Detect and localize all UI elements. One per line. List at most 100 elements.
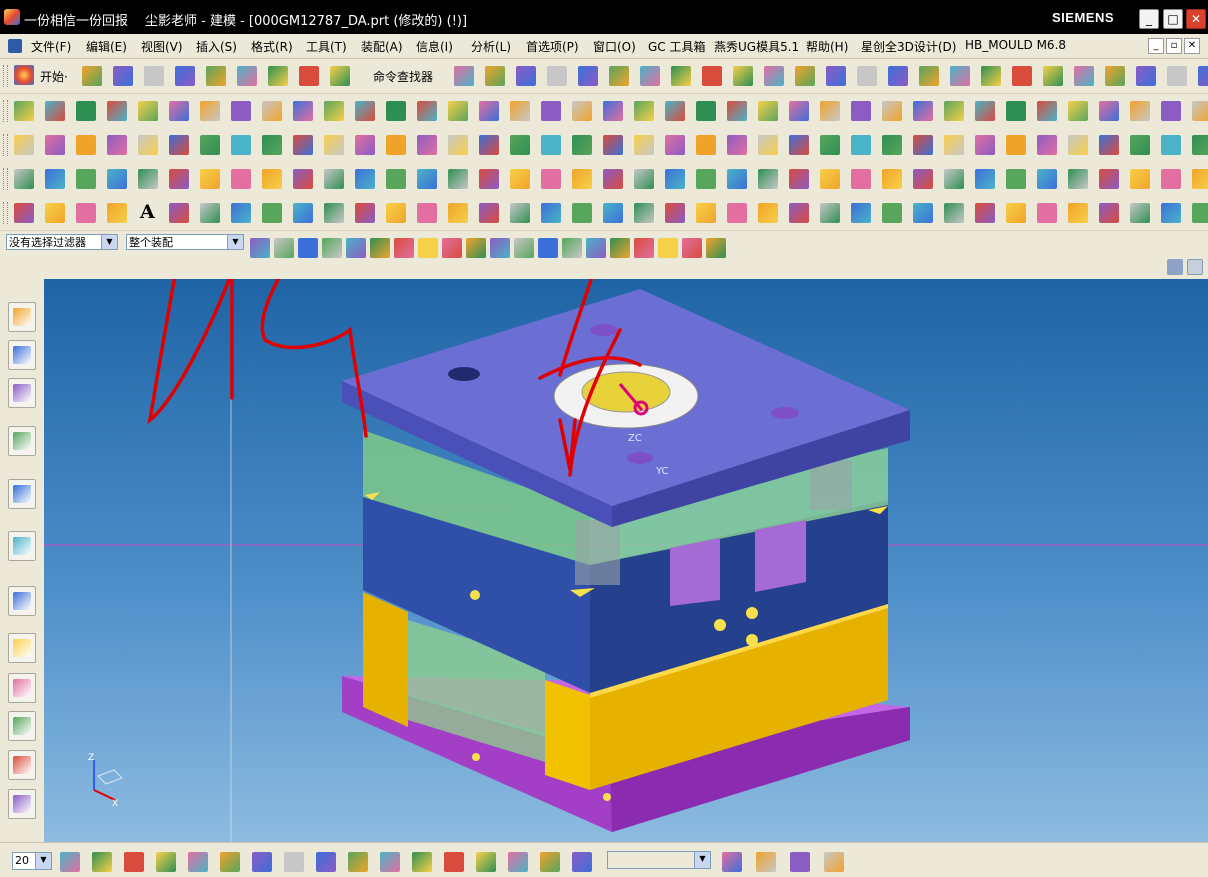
toolbar-tool-icon[interactable] bbox=[299, 66, 319, 86]
toolbar-tool-icon[interactable] bbox=[1006, 203, 1026, 223]
toolbar-tool-icon[interactable] bbox=[789, 135, 809, 155]
toolbar-tool-icon[interactable] bbox=[324, 203, 344, 223]
toolbar-tool-icon[interactable] bbox=[975, 101, 995, 121]
toolbar-tool-icon[interactable] bbox=[200, 169, 220, 189]
menu-analysis[interactable]: 分析(L) bbox=[471, 38, 511, 55]
toolbar-tool-icon[interactable] bbox=[758, 135, 778, 155]
toolbar-tool-icon[interactable] bbox=[826, 66, 846, 86]
toolbar-tool-icon[interactable] bbox=[417, 135, 437, 155]
toolbar-tool-icon[interactable] bbox=[1074, 66, 1094, 86]
system-materials-button[interactable] bbox=[8, 633, 36, 663]
toolbar-tool-icon[interactable] bbox=[572, 169, 592, 189]
toolbar-tool-icon[interactable] bbox=[380, 852, 400, 872]
toolbar-tool-icon[interactable] bbox=[324, 135, 344, 155]
toolbar-tool-icon[interactable] bbox=[727, 135, 747, 155]
toolbar-tool-icon[interactable] bbox=[293, 203, 313, 223]
toolbar-tool-icon[interactable] bbox=[138, 169, 158, 189]
view-restore-icon[interactable] bbox=[1187, 259, 1203, 275]
toolbar-tool-icon[interactable] bbox=[975, 169, 995, 189]
toolbar-tool-icon[interactable] bbox=[82, 66, 102, 86]
toolbar-tool-icon[interactable] bbox=[510, 135, 530, 155]
toolbar-tool-icon[interactable] bbox=[634, 203, 654, 223]
toolbar-tool-icon[interactable] bbox=[696, 101, 716, 121]
blank-dropdown[interactable]: ▼ bbox=[607, 851, 711, 869]
toolbar-tool-icon[interactable] bbox=[1192, 135, 1208, 155]
toolbar-tool-icon[interactable] bbox=[476, 852, 496, 872]
toolbar-tool-icon[interactable] bbox=[45, 101, 65, 121]
toolbar-tool-icon[interactable] bbox=[231, 203, 251, 223]
toolbar-tool-icon[interactable] bbox=[764, 66, 784, 86]
palette-button[interactable] bbox=[8, 673, 36, 703]
toolbar-tool-icon[interactable] bbox=[169, 169, 189, 189]
toolbar-tool-icon[interactable] bbox=[124, 852, 144, 872]
toolbar-tool-icon[interactable] bbox=[45, 135, 65, 155]
graphics-window[interactable]: ZC YC Z X bbox=[44, 279, 1208, 842]
toolbar-tool-icon[interactable] bbox=[76, 101, 96, 121]
toolbar-tool-icon[interactable] bbox=[610, 238, 630, 258]
start-button[interactable]: 开始· bbox=[40, 68, 68, 85]
mdi-minimize-button[interactable]: _ bbox=[1148, 38, 1164, 54]
toolbar-tool-icon[interactable] bbox=[1037, 101, 1057, 121]
toolbar-tool-icon[interactable] bbox=[696, 203, 716, 223]
toolbar-tool-icon[interactable] bbox=[758, 169, 778, 189]
assembly-navigator-button[interactable] bbox=[8, 302, 36, 332]
toolbar-tool-icon[interactable] bbox=[1099, 135, 1119, 155]
toolbar-tool-icon[interactable] bbox=[1136, 66, 1156, 86]
toolbar-tool-icon[interactable] bbox=[820, 135, 840, 155]
toolbar-tool-icon[interactable] bbox=[516, 66, 536, 86]
toolbar-tool-icon[interactable] bbox=[572, 135, 592, 155]
toolbar-tool-icon[interactable] bbox=[442, 238, 462, 258]
toolbar-tool-icon[interactable] bbox=[417, 203, 437, 223]
toolbar-tool-icon[interactable] bbox=[950, 66, 970, 86]
toolbar-tool-icon[interactable] bbox=[76, 135, 96, 155]
toolbar-tool-icon[interactable] bbox=[252, 852, 272, 872]
toolbar-tool-icon[interactable] bbox=[603, 203, 623, 223]
toolbar-tool-icon[interactable] bbox=[789, 101, 809, 121]
toolbar-tool-icon[interactable] bbox=[386, 101, 406, 121]
toolbar-tool-icon[interactable] bbox=[348, 852, 368, 872]
view-fit-icon[interactable] bbox=[1167, 259, 1183, 275]
toolbar-tool-icon[interactable] bbox=[541, 101, 561, 121]
toolbar-tool-icon[interactable] bbox=[1037, 169, 1057, 189]
toolbar-tool-icon[interactable] bbox=[479, 169, 499, 189]
history-button[interactable] bbox=[8, 586, 36, 616]
toolbar-tool-icon[interactable] bbox=[60, 852, 80, 872]
toolbar-tool-icon[interactable] bbox=[702, 66, 722, 86]
toolbar-tool-icon[interactable] bbox=[824, 852, 844, 872]
toolbar-tool-icon[interactable] bbox=[586, 238, 606, 258]
toolbar-tool-icon[interactable] bbox=[284, 852, 304, 872]
toolbar-tool-icon[interactable] bbox=[138, 135, 158, 155]
toolbar-tool-icon[interactable] bbox=[795, 66, 815, 86]
toolbar-tool-icon[interactable] bbox=[324, 169, 344, 189]
toolbar-tool-icon[interactable] bbox=[882, 169, 902, 189]
toolbar-tool-icon[interactable] bbox=[268, 66, 288, 86]
toolbar-tool-icon[interactable] bbox=[316, 852, 336, 872]
spacer-block-left[interactable] bbox=[363, 592, 408, 727]
toolbar-tool-icon[interactable] bbox=[293, 169, 313, 189]
toolbar-tool-icon[interactable] bbox=[448, 203, 468, 223]
maximize-button[interactable]: □ bbox=[1163, 9, 1183, 29]
menu-help[interactable]: 帮助(H) bbox=[806, 38, 848, 55]
toolbar-tool-icon[interactable] bbox=[1198, 66, 1208, 86]
menu-hb-mould[interactable]: HB_MOULD M6.8 bbox=[965, 38, 1066, 52]
toolbar-tool-icon[interactable] bbox=[156, 852, 176, 872]
toolbar-tool-icon[interactable] bbox=[547, 66, 567, 86]
web-browser-button[interactable] bbox=[8, 531, 36, 561]
toolbar-tool-icon[interactable] bbox=[572, 203, 592, 223]
selection-scope-dropdown[interactable]: 整个装配 ▼ bbox=[126, 234, 244, 250]
toolbar-tool-icon[interactable] bbox=[510, 169, 530, 189]
toolbar-tool-icon[interactable] bbox=[200, 135, 220, 155]
toolbar-tool-icon[interactable] bbox=[658, 238, 678, 258]
toolbar-tool-icon[interactable] bbox=[1006, 169, 1026, 189]
toolbar-tool-icon[interactable] bbox=[298, 238, 318, 258]
menu-yanxiu-mold[interactable]: 燕秀UG模具5.1 bbox=[714, 38, 799, 55]
toolbar-tool-icon[interactable] bbox=[706, 238, 726, 258]
toolbar-tool-icon[interactable] bbox=[394, 238, 414, 258]
toolbar-tool-icon[interactable] bbox=[1068, 101, 1088, 121]
toolbar-tool-icon[interactable] bbox=[913, 135, 933, 155]
toolbar-tool-icon[interactable] bbox=[758, 203, 778, 223]
toolbar-tool-icon[interactable] bbox=[538, 238, 558, 258]
toolbar-tool-icon[interactable] bbox=[206, 66, 226, 86]
menu-assemblies[interactable]: 装配(A) bbox=[361, 38, 403, 55]
toolbar-tool-icon[interactable] bbox=[45, 203, 65, 223]
